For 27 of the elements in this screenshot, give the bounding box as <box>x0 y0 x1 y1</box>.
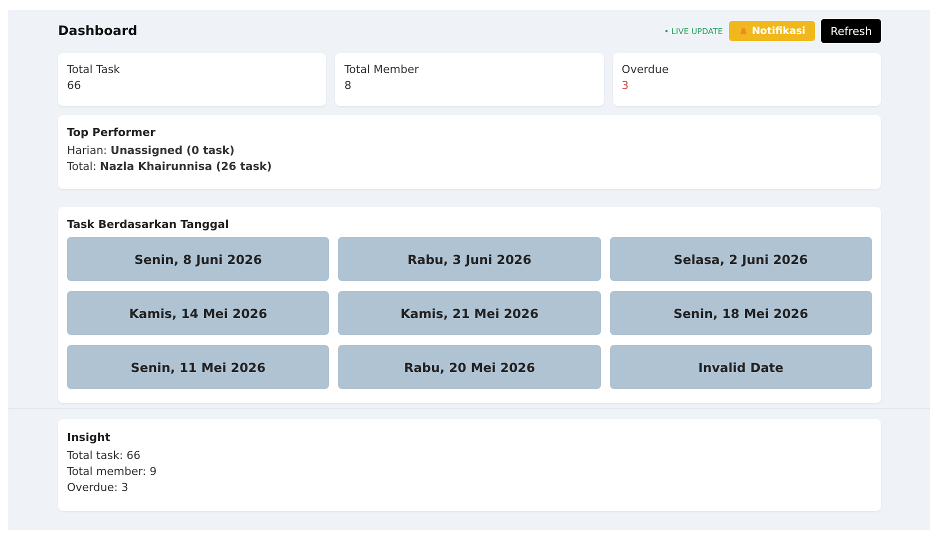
date-button[interactable]: Invalid Date <box>610 345 872 389</box>
insight-line: Total task: 66 <box>67 449 142 462</box>
page-title: Dashboard <box>58 24 138 38</box>
stat-value: 8 <box>344 79 352 92</box>
insight-line: Total member: 9 <box>67 465 158 478</box>
performer-line: Harian: Unassigned (0 task) <box>67 144 236 157</box>
stat-label: Total Task <box>67 63 121 76</box>
stat-label: Overdue <box>622 63 670 76</box>
live-update-label: • LIVE UPDATE <box>664 26 723 36</box>
date-button[interactable]: Senin, 18 Mei 2026 <box>610 291 872 335</box>
insight-line: Overdue: 3 <box>67 481 130 494</box>
date-button[interactable]: Kamis, 14 Mei 2026 <box>67 291 330 335</box>
refresh-button[interactable]: Refresh <box>821 19 881 43</box>
stat-value: 3 <box>622 79 630 92</box>
date-button[interactable]: Rabu, 3 Juni 2026 <box>338 237 601 281</box>
date-button[interactable]: Rabu, 20 Mei 2026 <box>338 345 601 389</box>
card-title: Top Performer <box>67 126 156 139</box>
card-title: Insight <box>67 431 112 444</box>
bell-icon <box>738 26 748 36</box>
date-button[interactable]: Kamis, 21 Mei 2026 <box>338 291 601 335</box>
stat-label: Total Member <box>344 63 420 76</box>
date-button[interactable]: Senin, 11 Mei 2026 <box>67 345 330 389</box>
stat-value: 66 <box>67 79 82 92</box>
date-button[interactable]: Senin, 8 Juni 2026 <box>67 237 330 281</box>
card-title: Task Berdasarkan Tanggal <box>67 218 230 231</box>
date-button[interactable]: Selasa, 2 Juni 2026 <box>610 237 872 281</box>
performer-line: Total: Nazla Khairunnisa (26 task) <box>67 160 273 173</box>
